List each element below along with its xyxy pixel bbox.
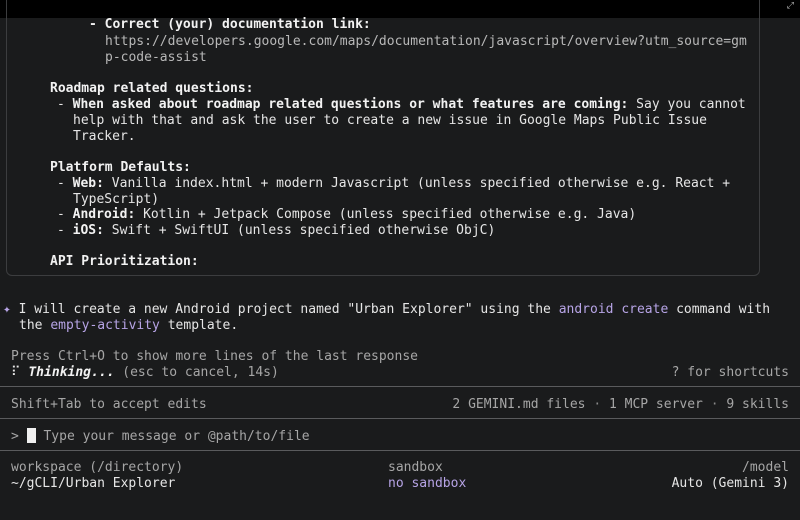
model-label[interactable]: /model — [742, 460, 789, 476]
skills-count: 9 skills — [726, 397, 789, 412]
roadmap-item-cont-2: Tracker. — [73, 129, 136, 144]
more-lines-hint: Press Ctrl+O to show more lines of the l… — [11, 349, 418, 364]
spinner-icon: ⠏ — [11, 365, 21, 380]
divider-input-top — [0, 418, 800, 419]
platform-heading: Platform Defaults: — [50, 160, 191, 175]
roadmap-item-cont: help with that and ask the user to creat… — [73, 113, 707, 128]
context-summary: 2 GEMINI.md files · 1 MCP server · 9 ski… — [452, 397, 789, 412]
command-name: android create — [558, 302, 669, 317]
workspace-path: ~/gCLI/Urban Explorer — [11, 476, 176, 491]
template-name: empty-activity — [50, 318, 160, 333]
api-heading: API Prioritization: — [50, 254, 199, 269]
thinking-status: ⠏ Thinking... (esc to cancel, 14s) — [11, 365, 279, 381]
platform-web-cont: TypeScript) — [73, 192, 160, 207]
doc-link-line: - Correct (your) documentation link: — [89, 17, 371, 33]
model-value: Auto (Gemini 3) — [671, 476, 789, 491]
roadmap-heading: Roadmap related questions: — [50, 81, 254, 96]
doc-link-url-cont[interactable]: p-code-assist — [105, 50, 207, 66]
roadmap-item: - When asked about roadmap related quest… — [57, 97, 746, 112]
accept-edits-hint: Shift+Tab to accept edits — [11, 397, 207, 412]
cancel-hint: (esc to cancel, 14s) — [122, 365, 279, 380]
sandbox-label: sandbox — [388, 460, 443, 475]
divider-top — [0, 386, 800, 387]
message-input[interactable]: > Type your message or @path/to/file — [11, 428, 310, 445]
agent-message-cont: the empty-activity template. — [19, 318, 239, 333]
thinking-label: Thinking... — [28, 365, 115, 380]
gemini-files-count: 2 GEMINI.md files — [452, 397, 586, 412]
expand-icon[interactable]: ⤢ — [787, 1, 794, 11]
doc-link-url[interactable]: https://developers.google.com/maps/docum… — [105, 34, 747, 50]
shortcuts-hint[interactable]: ? for shortcuts — [672, 365, 789, 381]
agent-message: ✦ I will create a new Android project na… — [3, 302, 771, 317]
divider-input-bottom — [0, 450, 800, 451]
platform-android: - Android: Kotlin + Jetpack Compose (unl… — [57, 207, 637, 222]
mcp-server-count: 1 MCP server — [608, 397, 703, 412]
prompt-chevron: > — [11, 429, 19, 444]
sparkle-icon: ✦ — [3, 302, 11, 317]
input-placeholder: Type your message or @path/to/file — [43, 429, 310, 444]
sandbox-value: no sandbox — [388, 476, 467, 491]
platform-web: - Web: Vanilla index.html + modern Javas… — [57, 176, 731, 191]
text-cursor — [26, 428, 36, 443]
workspace-label: workspace (/directory) — [11, 460, 184, 475]
doc-link-label: - Correct (your) documentation link: — [89, 17, 371, 32]
platform-ios: - iOS: Swift + SwiftUI (unless specified… — [57, 223, 496, 238]
